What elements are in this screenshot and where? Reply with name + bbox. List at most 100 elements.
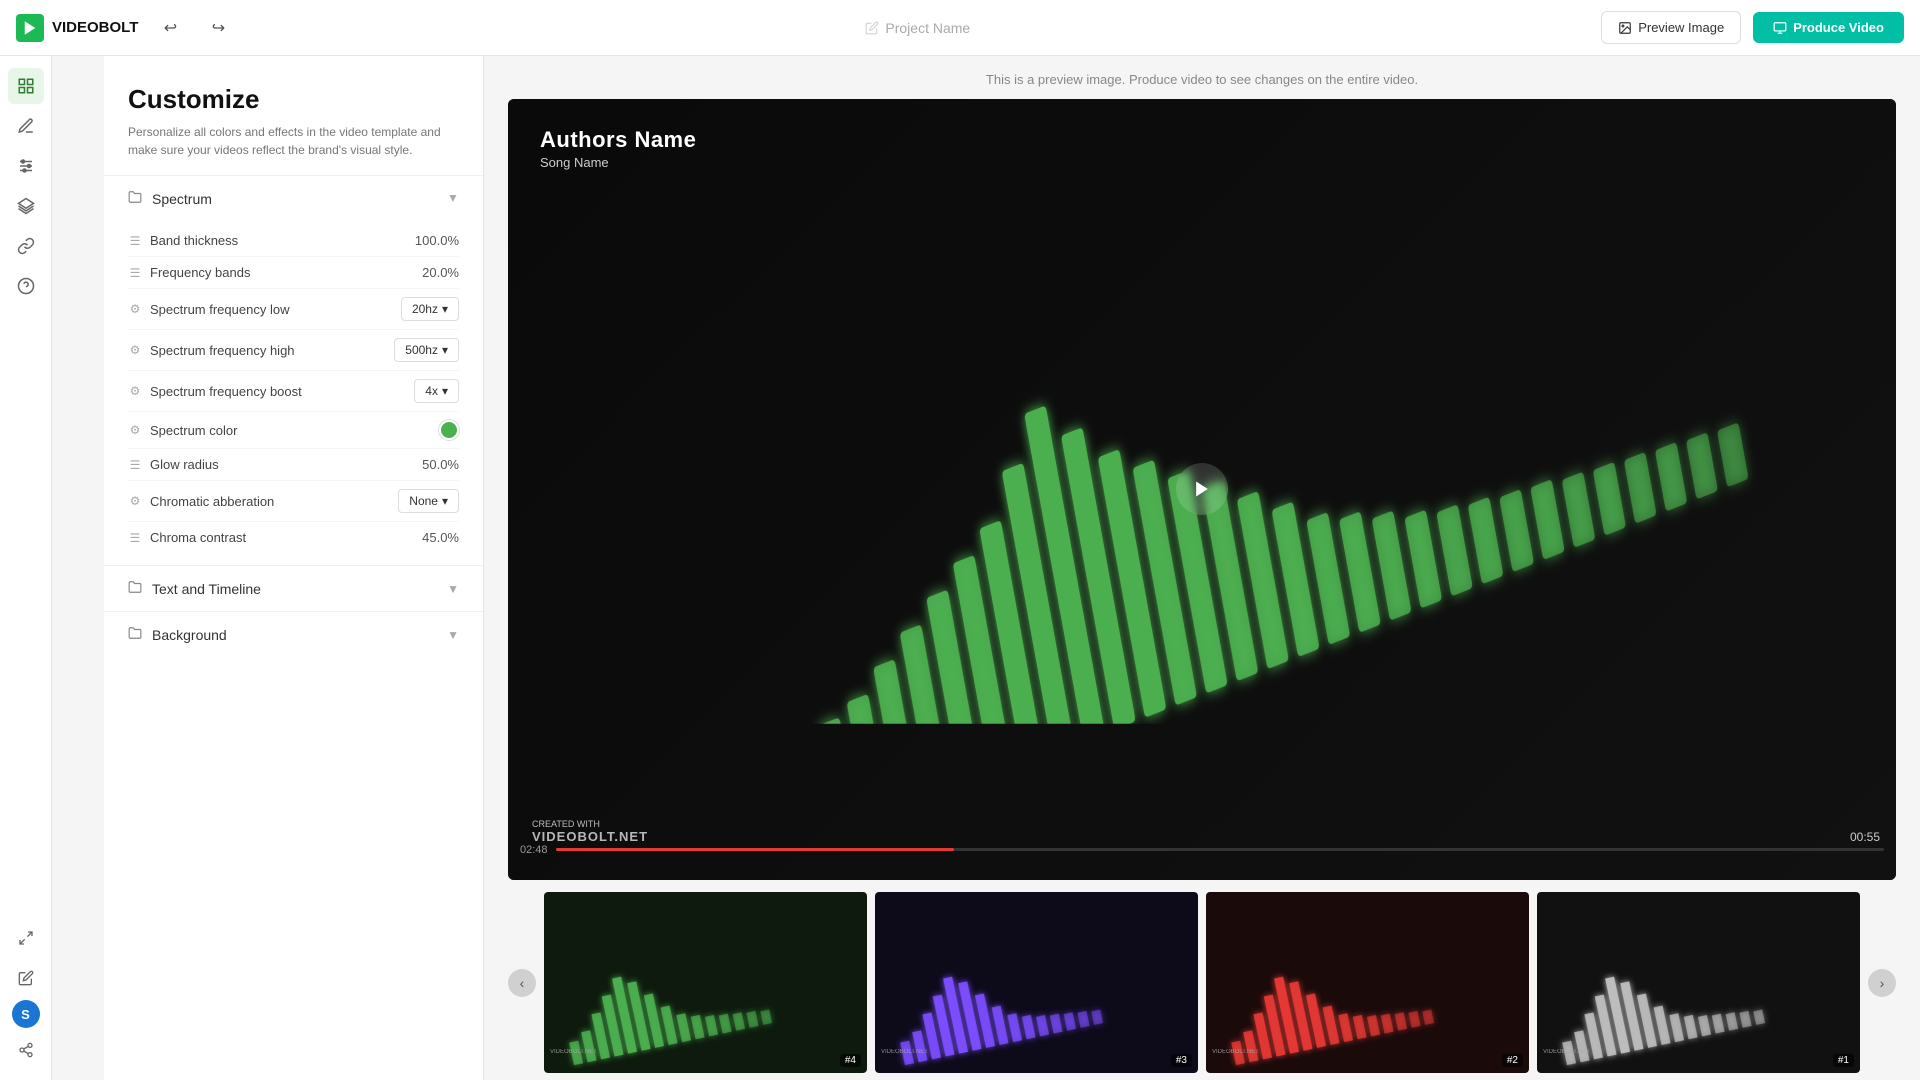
- thumb-watermark-1: VIDEOBOLT.NET: [1543, 1049, 1590, 1055]
- chromatic-abberation-label: Chromatic abberation: [150, 494, 274, 509]
- sidebar-item-share[interactable]: [8, 1032, 44, 1068]
- redo-button[interactable]: ↪: [202, 12, 234, 44]
- video-time-display: 02:48: [508, 844, 1896, 856]
- frequency-bands-value: 20.0%: [422, 265, 459, 280]
- spectrum-freq-high-value: 500hz: [405, 343, 438, 357]
- thumb-spectrum-3: [883, 896, 1190, 1069]
- video-subtitle: Song Name: [540, 155, 696, 170]
- thumb-nav-next[interactable]: ›: [1868, 969, 1896, 997]
- main-layout: S Customize Personalize all colors and e…: [0, 0, 1920, 1080]
- spectrum-color-label: Spectrum color: [150, 423, 237, 438]
- progress-bar[interactable]: [556, 848, 1884, 851]
- background-folder-icon: [128, 626, 142, 643]
- project-name[interactable]: Project Name: [885, 20, 970, 36]
- produce-video-button[interactable]: Produce Video: [1753, 12, 1904, 43]
- thumbnail-2[interactable]: VIDEOBOLT.NET #2: [1206, 892, 1529, 1074]
- prop-frequency-bands-label-row: ☰ Frequency bands: [128, 265, 250, 280]
- thumbnails-row: ‹: [508, 892, 1896, 1074]
- prop-frequency-bands: ☰ Frequency bands 20.0%: [128, 257, 459, 289]
- thumb-spectrum-2: [1214, 896, 1521, 1069]
- text-timeline-folder-icon: [128, 580, 142, 597]
- spectrum-freq-boost-value: 4x: [425, 384, 438, 398]
- thumb-nav-prev[interactable]: ‹: [508, 969, 536, 997]
- logo: VIDEOBOLT: [16, 14, 138, 42]
- chroma-contrast-label: Chroma contrast: [150, 530, 246, 545]
- prop-chroma-contrast: ☰ Chroma contrast 45.0%: [128, 522, 459, 553]
- prop-chromatic-abberation: ⚙ Chromatic abberation None ▾: [128, 481, 459, 522]
- prop-chromatic-abberation-label-row: ⚙ Chromatic abberation: [128, 494, 274, 509]
- prop-glow-radius-label-row: ☰ Glow radius: [128, 457, 219, 472]
- text-timeline-chevron-icon: ▼: [447, 582, 459, 596]
- grid-icon: [17, 77, 35, 95]
- video-title: Authors Name: [540, 127, 696, 153]
- glow-radius-label: Glow radius: [150, 457, 219, 472]
- thumb-canvas-3: [875, 892, 1198, 1074]
- background-section-header[interactable]: Background ▼: [104, 612, 483, 657]
- gear-prop-icon-5: ⚙: [128, 494, 142, 508]
- thumb-badge-3: #3: [1171, 1054, 1192, 1067]
- prop-spectrum-freq-boost-label-row: ⚙ Spectrum frequency boost: [128, 384, 302, 399]
- user-avatar[interactable]: S: [12, 1000, 40, 1028]
- thumb-spectrum-4: [552, 896, 859, 1069]
- sidebar-item-help[interactable]: [8, 268, 44, 304]
- customize-description: Personalize all colors and effects in th…: [128, 123, 459, 159]
- prop-chroma-contrast-label-row: ☰ Chroma contrast: [128, 530, 246, 545]
- spectrum-color-swatch[interactable]: [439, 420, 459, 440]
- video-timestamp: 00:55: [1850, 830, 1880, 844]
- sidebar-item-expand[interactable]: [8, 920, 44, 956]
- background-title-row: Background: [128, 626, 227, 643]
- chromatic-abberation-dropdown[interactable]: None ▾: [398, 489, 459, 513]
- thumbnail-1[interactable]: VIDEOBOLT.NET #1: [1537, 892, 1860, 1074]
- gear-prop-icon-4: ⚙: [128, 423, 142, 437]
- sidebar-item-link[interactable]: [8, 228, 44, 264]
- prop-spectrum-freq-high: ⚙ Spectrum frequency high 500hz ▾: [128, 330, 459, 371]
- play-button[interactable]: [1176, 463, 1228, 515]
- sidebar-item-edit[interactable]: [8, 960, 44, 996]
- prop-spectrum-freq-high-label-row: ⚙ Spectrum frequency high: [128, 343, 295, 358]
- background-chevron-icon: ▼: [447, 628, 459, 642]
- spectrum-section-header[interactable]: Spectrum ▲: [104, 176, 483, 221]
- thumb-canvas-2: [1206, 892, 1529, 1074]
- thumb-watermark-4: VIDEOBOLT.NET: [550, 1049, 597, 1055]
- watermark-small-text: CREATED WITH: [532, 819, 600, 829]
- link-icon: [17, 237, 35, 255]
- progress-bar-fill: [556, 848, 955, 851]
- thumb-badge-4: #4: [840, 1054, 861, 1067]
- spectrum-freq-low-value: 20hz: [412, 302, 438, 316]
- project-name-area[interactable]: Project Name: [865, 20, 970, 36]
- spectrum-freq-boost-dropdown[interactable]: 4x ▾: [414, 379, 459, 403]
- sidebar-item-layers[interactable]: [8, 188, 44, 224]
- chroma-contrast-value: 45.0%: [422, 530, 459, 545]
- text-timeline-title-row: Text and Timeline: [128, 580, 261, 597]
- thumbnail-3[interactable]: VIDEOBOLT.NET #3: [875, 892, 1198, 1074]
- glow-radius-value: 50.0%: [422, 457, 459, 472]
- spectrum-freq-high-dropdown[interactable]: 500hz ▾: [394, 338, 459, 362]
- sidebar-item-grid[interactable]: [8, 68, 44, 104]
- thumb-canvas-1: [1537, 892, 1860, 1074]
- spectrum-freq-boost-label: Spectrum frequency boost: [150, 384, 302, 399]
- thumb-badge-2: #2: [1502, 1054, 1523, 1067]
- watermark-large-text: VIDEOBOLT.NET: [532, 829, 648, 844]
- play-icon: [1192, 479, 1212, 499]
- sidebar-item-pen[interactable]: [8, 108, 44, 144]
- edit-icon: [18, 970, 34, 986]
- help-icon: [17, 277, 35, 295]
- sidebar-item-sliders[interactable]: [8, 148, 44, 184]
- video-canvas: Authors Name Song Name: [508, 99, 1896, 880]
- preview-image-button[interactable]: Preview Image: [1601, 11, 1741, 44]
- spectrum-freq-low-dropdown[interactable]: 20hz ▾: [401, 297, 459, 321]
- thumbnail-4[interactable]: VIDEOBOLT.NET #4: [544, 892, 867, 1074]
- undo-button[interactable]: ↩: [154, 12, 186, 44]
- sliders-prop-icon-3: ☰: [128, 458, 142, 472]
- text-timeline-section: Text and Timeline ▼: [104, 565, 483, 611]
- image-icon: [1618, 21, 1632, 35]
- spectrum-section-content: ☰ Band thickness 100.0% ☰ Frequency band…: [104, 221, 483, 565]
- spectrum-freq-boost-chevron: ▾: [442, 384, 448, 398]
- thumb-watermark-2: VIDEOBOLT.NET: [1212, 1049, 1259, 1055]
- gear-prop-icon-2: ⚙: [128, 343, 142, 357]
- frequency-bands-label: Frequency bands: [150, 265, 250, 280]
- spectrum-freq-low-chevron: ▾: [442, 302, 448, 316]
- header-left: VIDEOBOLT ↩ ↪: [16, 12, 234, 44]
- customize-header: Customize Personalize all colors and eff…: [104, 56, 483, 175]
- text-timeline-section-header[interactable]: Text and Timeline ▼: [104, 566, 483, 611]
